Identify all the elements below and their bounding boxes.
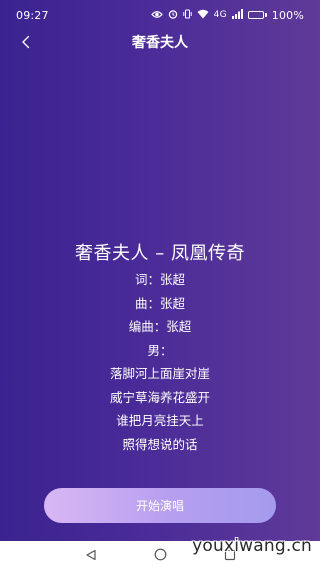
status-bar: 09:27 4G 100%	[0, 0, 320, 30]
alarm-icon	[168, 9, 178, 22]
cellular-type: 4G	[213, 9, 227, 20]
page-title: 奢香夫人	[132, 35, 188, 51]
lyric-line: 谁把月亮挂天上	[116, 413, 204, 428]
app-header: 奢香夫人	[0, 30, 320, 56]
watermark-text: youxiwang.cn	[192, 536, 312, 556]
signal-icon	[231, 8, 243, 22]
circle-home-icon	[154, 546, 167, 565]
lyric-line: 编曲：张超	[128, 319, 192, 334]
battery-icon	[247, 11, 267, 19]
lyric-line: 威宁草海养花盛开	[109, 389, 210, 405]
eye-icon	[150, 9, 163, 22]
lyric-line: 词：张超	[134, 272, 185, 287]
lyric-line: 曲：张超	[134, 295, 185, 311]
triangle-back-icon	[85, 546, 97, 565]
lyric-line: 照得想说的话	[122, 436, 198, 452]
status-icons: 4G 100%	[150, 8, 304, 22]
battery-percent: 100%	[271, 8, 304, 22]
vibrate-icon	[182, 9, 192, 22]
nav-home-button[interactable]	[147, 541, 173, 569]
lyric-line: 落脚河上面崖对崖	[109, 366, 210, 381]
nav-back-button[interactable]	[78, 541, 104, 569]
song-title: 奢香夫人 – 凤凰传奇	[75, 243, 245, 264]
lyric-line: 男：	[147, 342, 173, 358]
wifi-icon	[197, 9, 209, 22]
lyrics-panel: 奢香夫人 – 凤凰传奇 词：张超 曲：张超 编曲：张超 男： 落脚河上面崖对崖 …	[0, 240, 320, 456]
start-singing-button[interactable]: 开始演唱	[44, 488, 276, 523]
app-screen: 09:27 4G 100% 奢香夫人 奢香夫人 – 凤凰传奇 词：张超 曲：张超…	[0, 0, 320, 569]
status-time: 09:27	[16, 8, 49, 22]
